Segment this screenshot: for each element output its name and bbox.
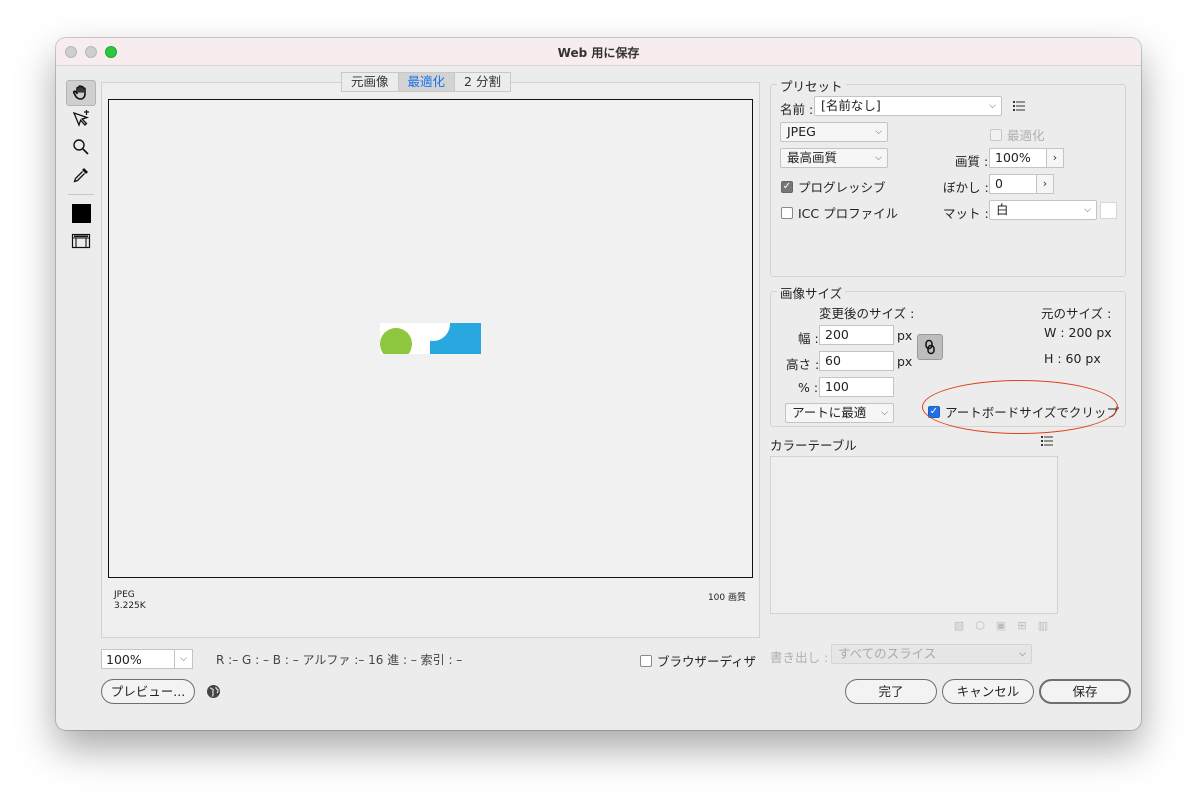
- blur-slider-button[interactable]: ›: [1036, 174, 1054, 194]
- blur-input[interactable]: 0: [989, 174, 1037, 194]
- eyedropper-color-swatch[interactable]: [66, 200, 96, 226]
- progressive-checkbox[interactable]: ✓ プログレッシブ: [781, 177, 886, 196]
- tab-2-up[interactable]: 2 分割: [455, 73, 510, 91]
- optimize-checkbox[interactable]: 最適化: [990, 125, 1045, 144]
- chevron-down-icon: ⌵: [875, 127, 882, 137]
- lock-color-icon[interactable]: ▣: [995, 620, 1007, 632]
- checkbox-box[interactable]: ✓: [781, 180, 793, 193]
- chevron-down-icon: ⌵: [1084, 205, 1091, 215]
- icc-profile-label: ICC プロファイル: [798, 206, 899, 221]
- height-input[interactable]: 60: [819, 351, 894, 371]
- tab-original[interactable]: 元画像: [342, 73, 399, 91]
- preview-file-size: 3.225K: [114, 601, 146, 611]
- matte-select[interactable]: 白 ⌵: [989, 200, 1097, 220]
- eyedropper-tool-icon[interactable]: [66, 162, 96, 188]
- width-input[interactable]: 200: [819, 325, 894, 345]
- save-for-web-dialog: Web 用に保存 元画像 最適化 2 分割 JPEG 3.225K 100 画質…: [56, 38, 1141, 730]
- icc-profile-checkbox[interactable]: ICC プロファイル: [781, 203, 898, 222]
- tab-optimized[interactable]: 最適化: [398, 73, 456, 91]
- percent-label: % :: [798, 380, 819, 395]
- chevron-down-icon: ⌵: [174, 650, 192, 668]
- delete-color-icon[interactable]: ▥: [1037, 620, 1049, 632]
- percent-input[interactable]: 100: [819, 377, 894, 397]
- constrain-proportions-button[interactable]: [917, 334, 943, 360]
- new-color-icon[interactable]: ⊞: [1016, 620, 1028, 632]
- file-format-select[interactable]: JPEG ⌵: [780, 122, 888, 142]
- checkbox-box[interactable]: [990, 128, 1002, 141]
- link-icon: [925, 339, 935, 355]
- export-slices-value: すべてのスライス: [838, 646, 937, 661]
- matte-label: マット :: [943, 206, 989, 221]
- zoom-tool-icon[interactable]: [66, 134, 96, 160]
- chevron-down-icon: ⌵: [881, 408, 888, 418]
- title-bar: Web 用に保存: [56, 38, 1141, 66]
- web-shift-icon[interactable]: ⬡: [974, 620, 986, 632]
- resample-select[interactable]: アートに最適 ⌵: [785, 403, 894, 423]
- width-unit: px: [897, 328, 913, 343]
- preview-button[interactable]: プレビュー...: [101, 679, 195, 704]
- quality-preset-select[interactable]: 最高画質 ⌵: [780, 148, 888, 168]
- color-readout: R :– G : – B : – アルファ :– 16 進 : – 索引 : –: [216, 653, 463, 667]
- optimize-label: 最適化: [1007, 128, 1045, 143]
- globe-icon[interactable]: [206, 684, 221, 699]
- browser-dither-label: ブラウザーディザ: [657, 654, 757, 669]
- preview-format: JPEG: [114, 590, 135, 600]
- export-label: 書き出し :: [770, 650, 829, 665]
- zoom-level-select[interactable]: 100% ⌵: [101, 649, 193, 669]
- height-unit: px: [897, 354, 913, 369]
- preset-name-value: [名前なし]: [821, 98, 881, 113]
- color-table-title: カラーテーブル: [770, 438, 857, 453]
- quality-label: 画質 :: [955, 154, 989, 169]
- toolbar-divider: [68, 194, 94, 195]
- checkbox-box[interactable]: [781, 206, 793, 219]
- chevron-down-icon: ⌵: [1019, 649, 1026, 659]
- blur-label: ぼかし :: [943, 180, 989, 195]
- preview-canvas[interactable]: [108, 99, 753, 578]
- browser-dither-checkbox[interactable]: ブラウザーディザ: [640, 651, 756, 670]
- new-size-label: 変更後のサイズ :: [819, 306, 915, 321]
- progressive-label: プログレッシブ: [798, 180, 886, 195]
- export-slices-select[interactable]: すべてのスライス ⌵: [831, 644, 1032, 664]
- original-size-label: 元のサイズ :: [1041, 306, 1112, 321]
- color-table-swatches: [770, 456, 1058, 614]
- cancel-button[interactable]: キャンセル: [942, 679, 1034, 704]
- width-label: 幅 :: [798, 331, 819, 346]
- green-semicircle-shape: [380, 328, 412, 354]
- color-table-actions: ▧ ⬡ ▣ ⊞ ▥: [953, 620, 1049, 632]
- chevron-down-icon: ⌵: [989, 101, 996, 111]
- preset-name-label: 名前 :: [780, 102, 814, 117]
- file-format-value: JPEG: [787, 124, 816, 139]
- toggle-slices-icon[interactable]: [66, 228, 96, 254]
- artwork-preview: [380, 323, 481, 354]
- matte-color-swatch[interactable]: [1100, 202, 1117, 219]
- chevron-down-icon: ⌵: [875, 153, 882, 163]
- window-title: Web 用に保存: [557, 46, 640, 60]
- annotation-ellipse: [922, 380, 1118, 434]
- checkbox-box[interactable]: [640, 654, 652, 667]
- view-tabs: 元画像 最適化 2 分割: [341, 72, 511, 92]
- preview-quality-info: 100 画質: [707, 593, 746, 603]
- original-width: W : 200 px: [1044, 325, 1112, 340]
- quality-slider-button[interactable]: ›: [1046, 148, 1064, 168]
- slice-select-tool-icon[interactable]: [66, 106, 96, 132]
- matte-value: 白: [996, 202, 1009, 217]
- original-height: H : 60 px: [1044, 351, 1101, 366]
- image-size-group-title: 画像サイズ: [777, 283, 846, 302]
- preview-info-left: JPEG 3.225K: [114, 590, 146, 612]
- preset-name-select[interactable]: [名前なし] ⌵: [814, 96, 1002, 116]
- done-button[interactable]: 完了: [845, 679, 937, 704]
- map-transparency-icon[interactable]: ▧: [953, 620, 965, 632]
- preset-menu-icon[interactable]: [1013, 101, 1025, 111]
- hand-tool-icon[interactable]: [66, 80, 96, 106]
- height-label: 高さ :: [786, 357, 820, 372]
- quality-preset-value: 最高画質: [787, 150, 838, 165]
- color-table-menu-icon[interactable]: [1041, 436, 1053, 446]
- preset-group-title: プリセット: [777, 76, 846, 95]
- zoom-level-value: 100%: [106, 652, 142, 667]
- resample-value: アートに最適: [792, 405, 867, 420]
- save-button[interactable]: 保存: [1039, 679, 1131, 704]
- quality-input[interactable]: 100%: [989, 148, 1047, 168]
